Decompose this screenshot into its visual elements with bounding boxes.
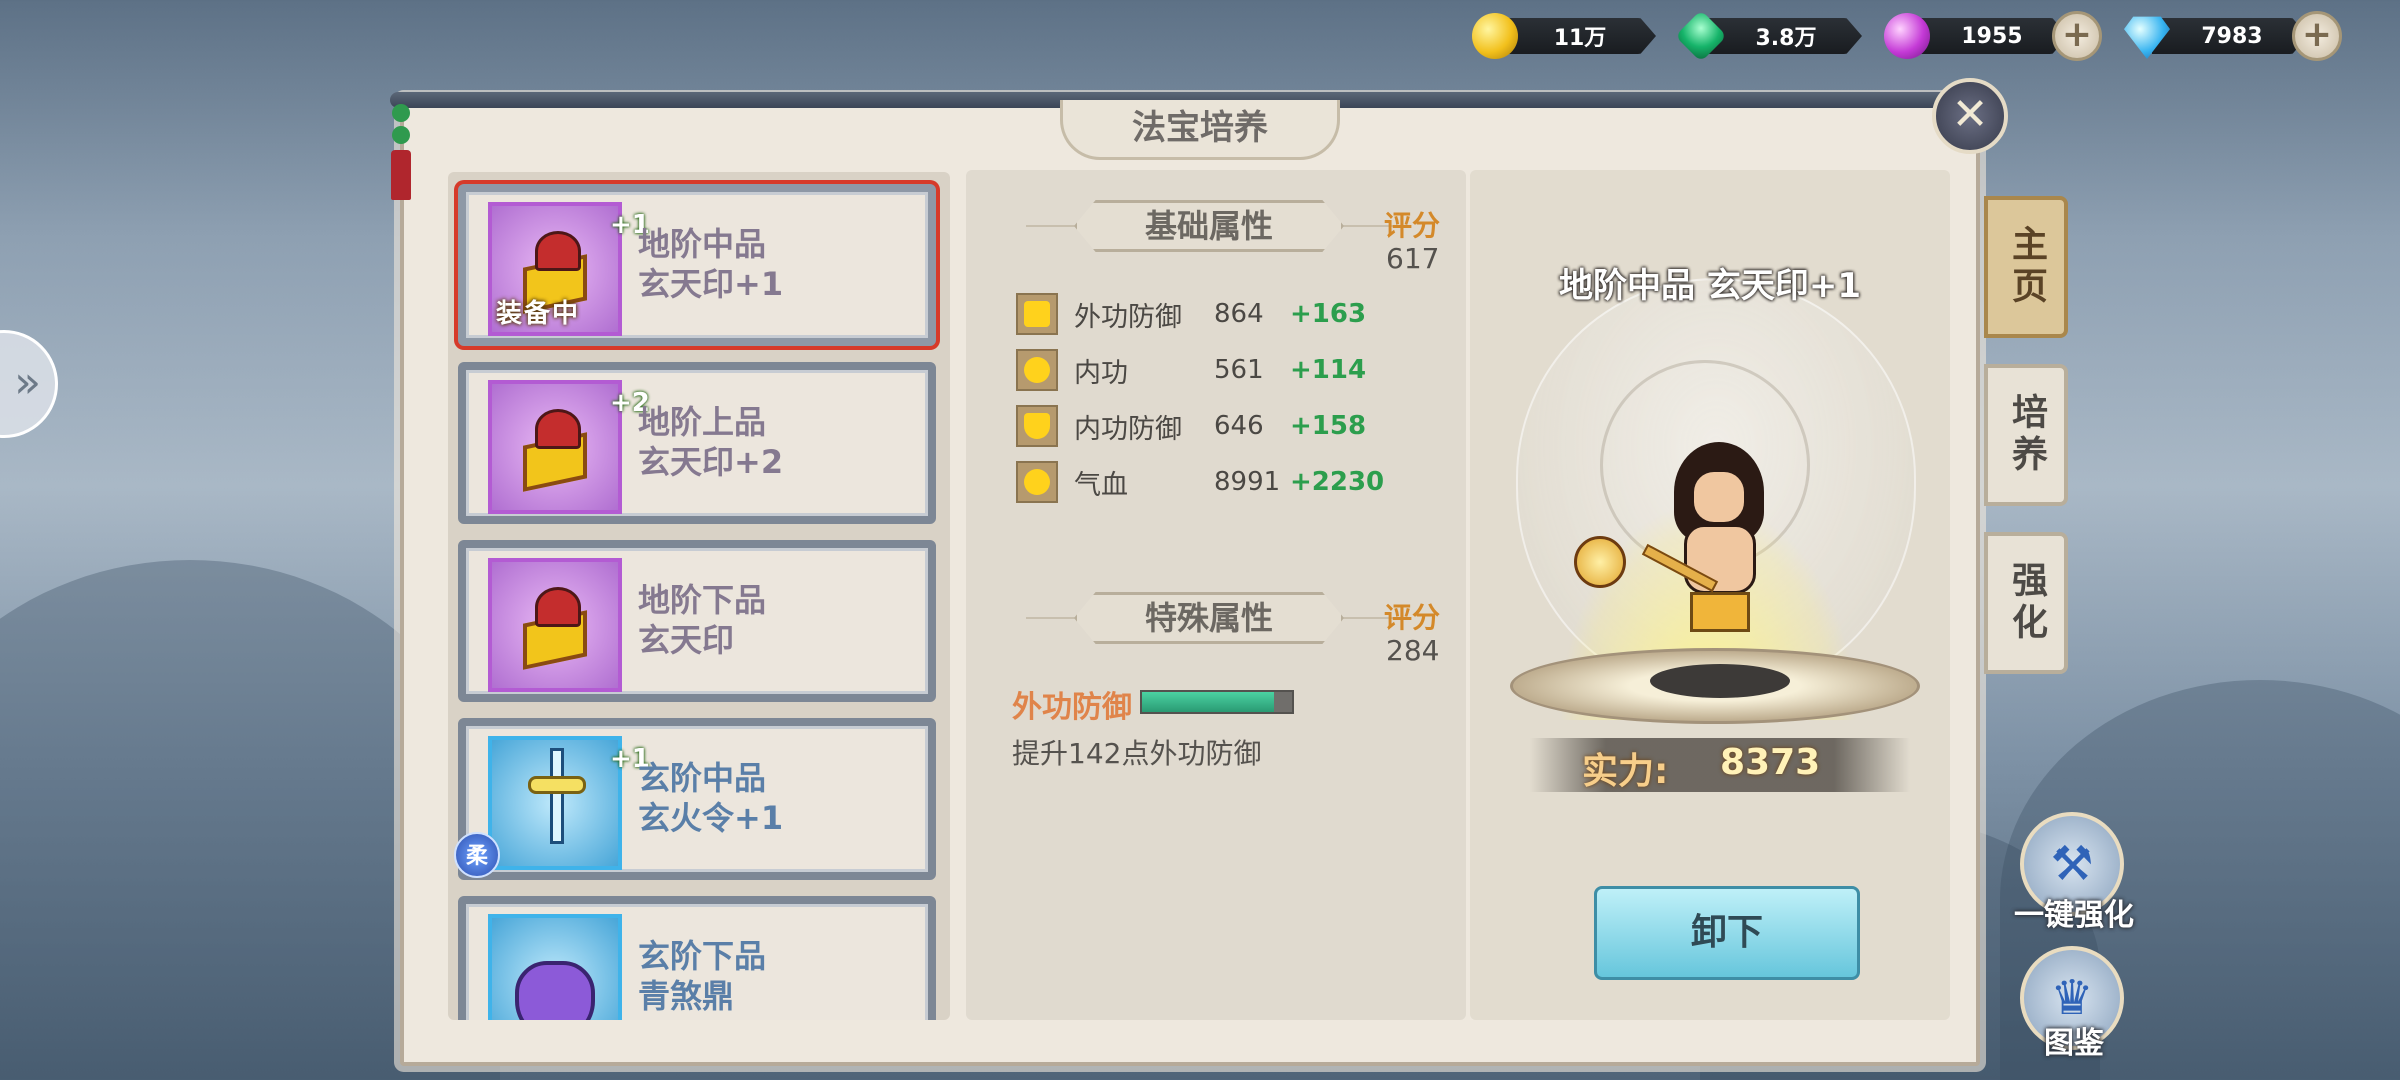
special-score-label: 评分: [1384, 601, 1441, 634]
treasure-list[interactable]: +1 装备中 地阶中品 玄天印+1 +2 地阶上品 玄天印+2 地阶下品 玄天印…: [448, 172, 950, 1020]
list-item[interactable]: +1 柔 玄阶中品 玄火令+1: [454, 718, 936, 880]
orb-add-button[interactable]: +: [2052, 11, 2102, 61]
gold-counter: 11万: [1472, 13, 1656, 59]
equipped-tag: 装备中: [496, 299, 581, 329]
item-grade: 玄阶下品: [638, 937, 767, 975]
armor-icon: [1016, 293, 1058, 335]
item-grade: 地阶中品: [638, 225, 767, 263]
attribute-badge: 柔: [454, 832, 500, 878]
jade-amount: 3.8万: [1706, 18, 1862, 54]
item-name: 青煞鼎: [638, 977, 735, 1015]
orb-counter: 1955 +: [1884, 11, 2102, 61]
unequip-button[interactable]: 卸下: [1594, 886, 1860, 980]
attributes-panel: 基础属性 评分 617 外功防御 864 +163 内功 561 +114 内功…: [966, 170, 1466, 1020]
tab-main[interactable]: 主页: [1984, 196, 2068, 338]
item-grade: 地阶下品: [638, 581, 767, 619]
tab-enhance[interactable]: 强化: [1984, 532, 2068, 674]
selected-item-title: 地阶中品 玄天印+1: [1559, 266, 1861, 306]
expand-menu-arrow-icon[interactable]: »: [0, 330, 58, 438]
basic-score-label: 评分: [1384, 209, 1441, 242]
floating-treasure-icon: [1574, 536, 1626, 588]
close-button[interactable]: ✕: [1932, 78, 2008, 154]
shield-icon: [1016, 405, 1058, 447]
hammer-icon: ⚒: [2050, 836, 2094, 892]
list-item[interactable]: 玄阶下品 青煞鼎: [458, 896, 936, 1020]
tab-cultivate[interactable]: 培养: [1984, 364, 2068, 506]
preview-panel: 地阶中品 玄天印+1 实力: 8373 卸下: [1470, 170, 1950, 1020]
heart-icon: [1016, 461, 1058, 503]
basic-attributes-header: 基础属性: [1074, 200, 1344, 252]
currency-bar: 11万 3.8万 1955 + 7983 +: [1472, 9, 2342, 63]
seal-item-icon: +1 装备中: [488, 202, 650, 336]
jade-gem-icon: [1674, 9, 1728, 63]
diamond-add-button[interactable]: +: [2292, 11, 2342, 61]
special-score-value: 284: [1386, 634, 1440, 667]
list-item[interactable]: 地阶下品 玄天印: [458, 540, 936, 702]
list-item[interactable]: +2 地阶上品 玄天印+2: [458, 362, 936, 524]
panel-title: 法宝培养: [1060, 100, 1340, 160]
item-grade: 地阶上品: [638, 403, 767, 441]
token-item-icon: +1: [488, 736, 650, 870]
seal-item-icon: +2: [488, 380, 650, 514]
stat-row: 内功 561 +114: [1016, 348, 1366, 392]
item-name: 玄天印: [638, 621, 735, 659]
item-name: 玄天印+2: [638, 443, 784, 481]
diamond-amount: 7983: [2152, 18, 2308, 54]
list-item[interactable]: +1 装备中 地阶中品 玄天印+1: [458, 184, 936, 346]
item-grade: 玄阶中品: [638, 759, 767, 797]
stat-row: 气血 8991 +2230: [1016, 460, 1384, 504]
hero-character: [1641, 442, 1784, 642]
special-description: 提升142点外功防御: [1012, 737, 1262, 770]
gold-amount: 11万: [1500, 18, 1656, 54]
codex-label: 图鉴: [2044, 1026, 2104, 1061]
gold-coin-icon: [1472, 13, 1518, 59]
special-progress-fill: [1142, 692, 1274, 712]
staff-icon: [1016, 349, 1058, 391]
one-click-enhance-label: 一键强化: [2014, 898, 2134, 933]
special-progress-bar: [1140, 690, 1294, 714]
stat-row: 外功防御 864 +163: [1016, 292, 1366, 336]
diamond-counter: 7983 +: [2124, 11, 2342, 61]
seal-item-icon: [488, 558, 622, 692]
purple-orb-icon: [1884, 13, 1930, 59]
tassel-decoration: [390, 100, 412, 230]
power-value: 8373: [1720, 742, 1821, 783]
special-attributes-header: 特殊属性: [1074, 592, 1344, 644]
item-name: 玄火令+1: [638, 799, 784, 837]
special-attribute-name: 外功防御: [1012, 690, 1132, 725]
cauldron-item-icon: [488, 914, 622, 1020]
stat-row: 内功防御 646 +158: [1016, 404, 1366, 448]
item-name: 玄天印+1: [638, 265, 784, 303]
orb-amount: 1955: [1912, 18, 2068, 54]
jade-counter: 3.8万: [1674, 9, 1862, 63]
power-label: 实力:: [1582, 751, 1669, 792]
basic-score-value: 617: [1386, 242, 1440, 275]
